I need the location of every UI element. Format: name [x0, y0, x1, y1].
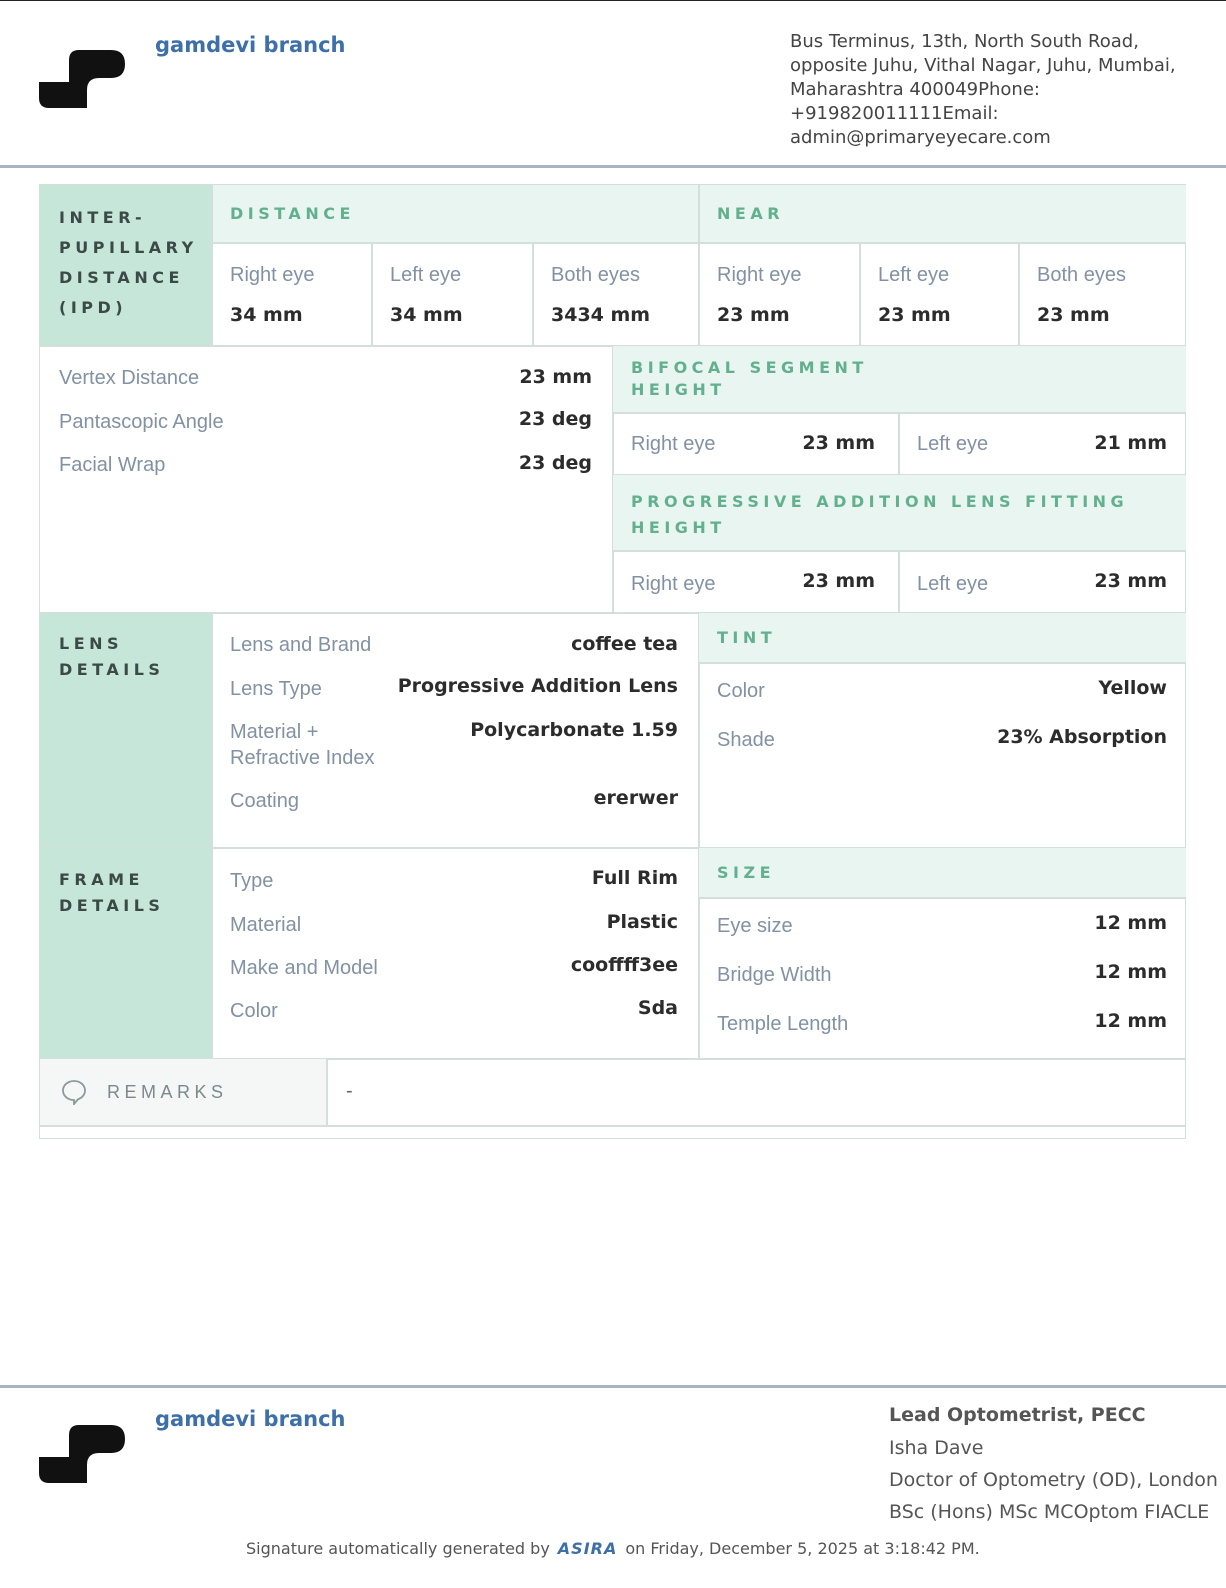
- bifocal-left-value: 21 mm: [1094, 432, 1167, 454]
- footer-rule: [0, 1385, 1226, 1388]
- pantascopic-angle-label: Pantascopic Angle: [59, 411, 224, 433]
- near-title: NEAR: [717, 204, 785, 223]
- facial-wrap-value: 23 deg: [518, 452, 592, 474]
- lens-type-value: Progressive Addition Lens: [397, 675, 678, 697]
- size-title: SIZE: [717, 863, 776, 882]
- generated-prefix: Signature automatically generated by: [246, 1539, 550, 1558]
- generated-suffix: on Friday, December 5, 2025 at 3:18:42 P…: [625, 1539, 980, 1558]
- ipd-near-left-label: Left eye: [878, 264, 950, 286]
- vertex-distance-value: 23 mm: [519, 366, 592, 388]
- signature-generated-note: Signature automatically generated by ASIR…: [246, 1539, 980, 1558]
- tint-shade-label: Shade: [717, 729, 775, 751]
- frame-model-label: Make and Model: [230, 957, 378, 979]
- signatory-qualifications: BSc (Hons) MSc MCOptom FIACLE: [889, 1501, 1210, 1523]
- pantascopic-angle-value: 23 deg: [518, 408, 592, 430]
- frame-material-label: Material: [230, 914, 302, 936]
- ipd-near-left-value: 23 mm: [878, 304, 951, 326]
- progressive-left-value: 23 mm: [1094, 570, 1167, 592]
- frame-details-title: FRAME DETAILS: [59, 870, 165, 915]
- progressive-title: PROGRESSIVE ADDITION LENS FITTING HEIGHT: [631, 492, 1129, 537]
- frame-color-label: Color: [230, 1000, 278, 1022]
- ipd-near-both-value: 23 mm: [1037, 304, 1110, 326]
- top-border: [0, 0, 1226, 1]
- ipd-near-both-label: Both eyes: [1037, 264, 1126, 286]
- lens-type-label: Lens Type: [230, 678, 322, 700]
- ipd-title: INTER-PUPILLARY DISTANCE (IPD): [59, 208, 198, 317]
- footer-logo-icon: [39, 1425, 125, 1483]
- header-rule: [0, 165, 1226, 168]
- progressive-right-label: Right eye: [631, 573, 716, 595]
- bifocal-title: BIFOCAL SEGMENT HEIGHT: [631, 358, 868, 399]
- tint-color-value: Yellow: [1098, 677, 1167, 699]
- progressive-right-value: 23 mm: [802, 570, 875, 592]
- ipd-distance-both-value: 3434 mm: [551, 304, 651, 326]
- signatory-title: Lead Optometrist, PECC: [889, 1404, 1146, 1426]
- frame-model-value: cooffff3ee: [570, 954, 678, 976]
- ipd-near-right-value: 23 mm: [717, 304, 790, 326]
- remarks-value: -: [346, 1080, 353, 1102]
- tint-shade-value: 23% Absorption: [997, 726, 1167, 748]
- frame-material-value: Plastic: [606, 911, 678, 933]
- eye-size-label: Eye size: [717, 915, 793, 937]
- lens-details-title: LENS DETAILS: [59, 634, 165, 679]
- prescription-card: INTER-PUPILLARY DISTANCE (IPD) DISTANCE …: [39, 184, 1186, 1139]
- bifocal-right-value: 23 mm: [802, 432, 875, 454]
- frame-type-label: Type: [230, 870, 274, 892]
- vertex-distance-label: Vertex Distance: [59, 367, 200, 389]
- lens-brand-value: coffee tea: [571, 633, 678, 655]
- asira-brand-logo: ASIRA: [557, 1539, 618, 1558]
- temple-length-label: Temple Length: [717, 1013, 849, 1035]
- ipd-distance-right-label: Right eye: [230, 264, 315, 286]
- clinic-logo-icon: [39, 50, 125, 108]
- frame-color-value: Sda: [637, 997, 678, 1019]
- ipd-distance-right-value: 34 mm: [230, 304, 303, 326]
- lens-material-label: Material + Refractive Index: [230, 721, 375, 769]
- clinic-address: Bus Terminus, 13th, North South Road, op…: [790, 31, 1176, 148]
- signatory-name: Isha Dave: [889, 1437, 984, 1459]
- lens-material-value: Polycarbonate 1.59: [470, 719, 678, 741]
- comment-bubble-icon: [61, 1079, 87, 1107]
- remarks-title: REMARKS: [107, 1082, 228, 1102]
- bifocal-left-label: Left eye: [917, 433, 989, 455]
- ipd-near-right-label: Right eye: [717, 264, 802, 286]
- distance-title: DISTANCE: [230, 204, 355, 223]
- frame-type-value: Full Rim: [591, 867, 678, 889]
- lens-coating-label: Coating: [230, 790, 299, 812]
- signatory-degree: Doctor of Optometry (OD), London: [889, 1469, 1218, 1491]
- ipd-distance-both-label: Both eyes: [551, 264, 640, 286]
- header-branch-name: gamdevi branch: [155, 33, 346, 57]
- bridge-width-value: 12 mm: [1094, 961, 1167, 983]
- bifocal-right-label: Right eye: [631, 433, 716, 455]
- facial-wrap-label: Facial Wrap: [59, 454, 166, 476]
- bridge-width-label: Bridge Width: [717, 964, 832, 986]
- temple-length-value: 12 mm: [1094, 1010, 1167, 1032]
- progressive-left-label: Left eye: [917, 573, 989, 595]
- ipd-distance-left-value: 34 mm: [390, 304, 463, 326]
- lens-coating-value: ererwer: [593, 787, 678, 809]
- lens-brand-label: Lens and Brand: [230, 634, 372, 656]
- footer-branch-name: gamdevi branch: [155, 1407, 346, 1431]
- eye-size-value: 12 mm: [1094, 912, 1167, 934]
- tint-title: TINT: [717, 628, 777, 647]
- ipd-distance-left-label: Left eye: [390, 264, 462, 286]
- tint-color-label: Color: [717, 680, 765, 702]
